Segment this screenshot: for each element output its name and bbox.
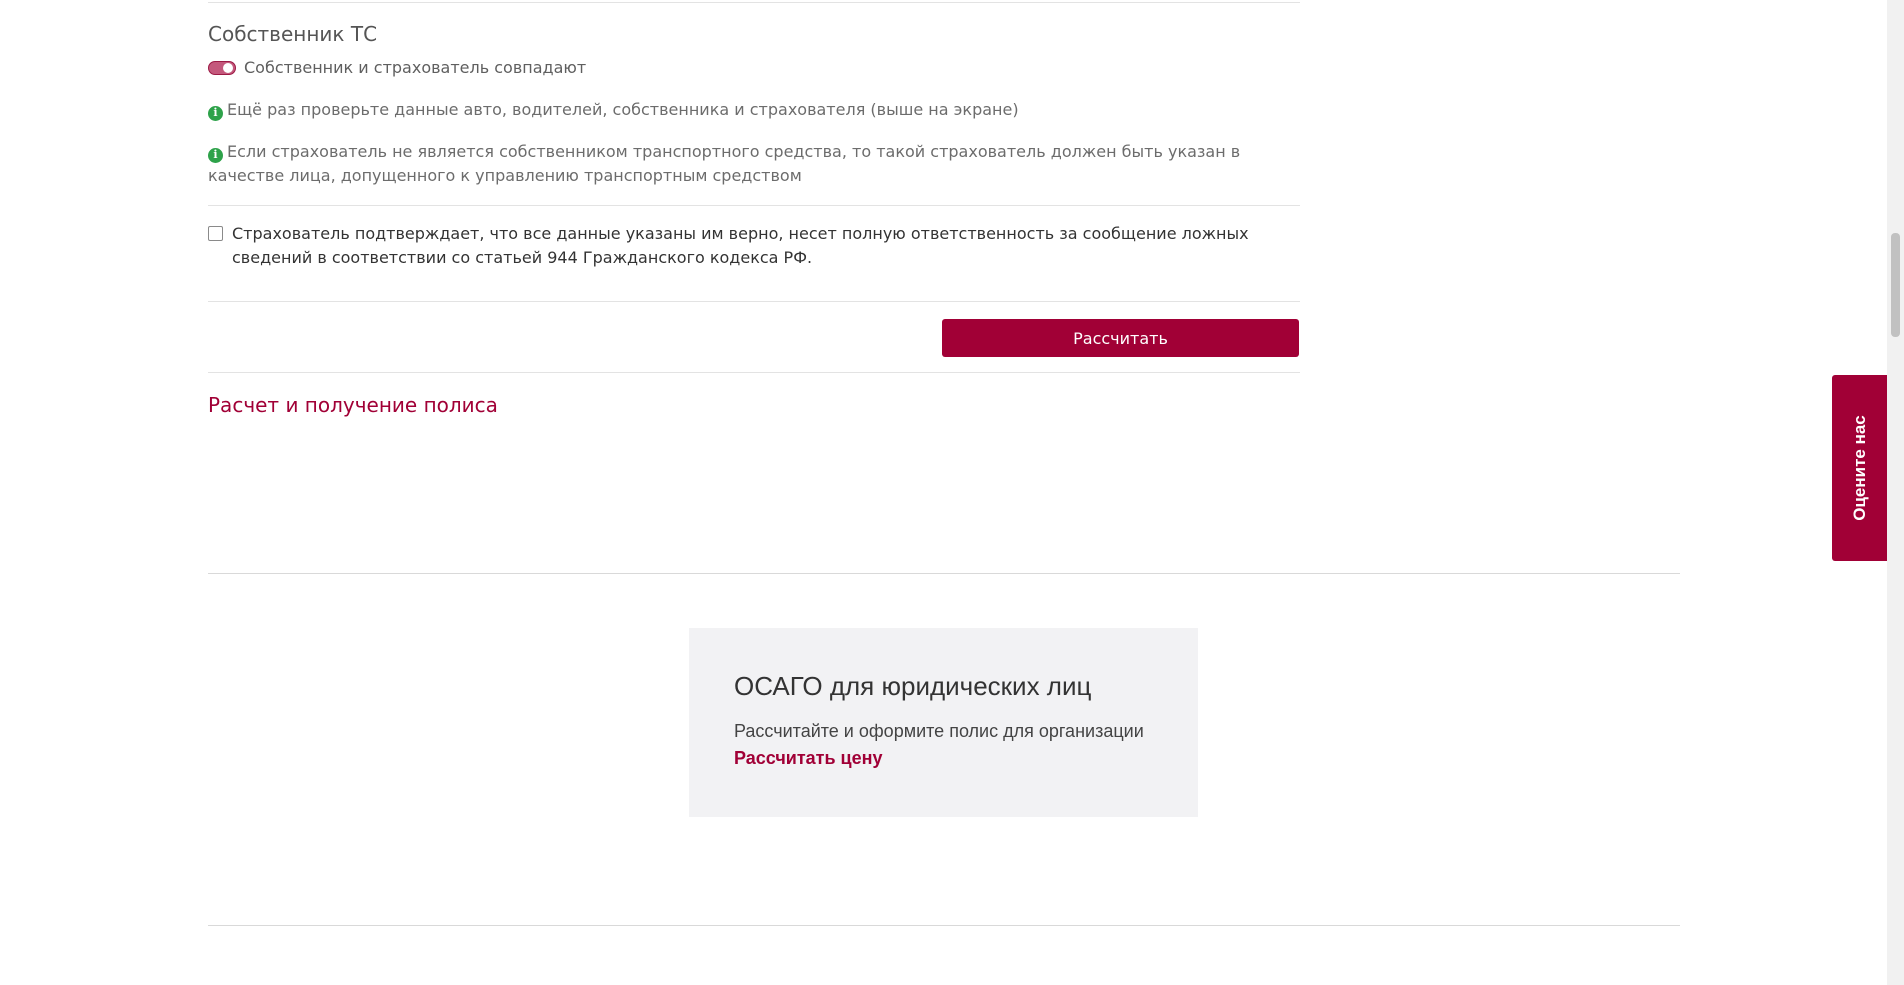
legal-entities-card: ОСАГО для юридических лиц Рассчитайте и … [689,628,1198,817]
info-note-text: Ещё раз проверьте данные авто, водителей… [227,100,1019,119]
confirmation-label[interactable]: Страхователь подтверждает, что все данны… [232,222,1292,270]
scrollbar[interactable] [1887,0,1904,985]
info-icon: i [208,105,223,121]
confirmation-checkbox[interactable] [208,226,223,241]
owner-toggle-row[interactable]: Собственник и страхователь совпадают [208,58,586,77]
card-title: ОСАГО для юридических лиц [734,671,1092,701]
section-divider [208,573,1680,574]
calculate-button[interactable]: Рассчитать [942,319,1299,357]
calculate-price-link[interactable]: Рассчитать цену [734,748,883,769]
info-note-insurer: i Если страхователь не является собственн… [208,140,1300,188]
divider [208,205,1300,206]
top-divider [208,2,1300,3]
owner-insurer-toggle[interactable] [208,60,236,75]
info-note-check-data: i Ещё раз проверьте данные авто, водителе… [208,98,1300,122]
policy-section-title[interactable]: Расчет и получение полиса [208,393,498,417]
divider [208,301,1300,302]
confirmation-row[interactable]: Страхователь подтверждает, что все данны… [208,222,1300,270]
toggle-knob [223,62,233,73]
divider [208,372,1300,373]
owner-section-title: Собственник ТС [208,22,378,46]
feedback-label[interactable]: Оцените нас [1850,415,1870,521]
info-icon: i [208,147,223,163]
page: Собственник ТС Собственник и страховател… [0,0,1904,985]
scrollbar-thumb[interactable] [1891,233,1900,337]
info-note-text: Если страхователь не является собственни… [208,142,1241,185]
feedback-tab[interactable]: Оцените нас [1832,375,1887,561]
owner-toggle-label[interactable]: Собственник и страхователь совпадают [244,58,586,77]
card-text: Рассчитайте и оформите полис для организ… [734,721,1144,741]
section-divider [208,925,1680,926]
